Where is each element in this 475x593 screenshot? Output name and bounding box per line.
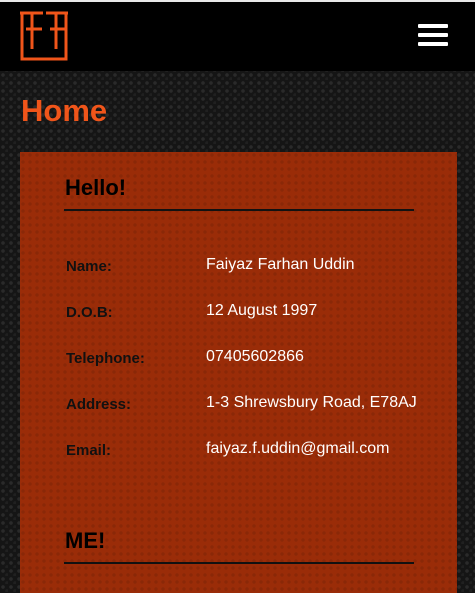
menu-bar — [418, 33, 448, 37]
greeting-heading: Hello! — [65, 175, 127, 200]
greeting-divider — [64, 209, 414, 211]
telephone-value: 07405602866 — [206, 348, 304, 365]
address-label: Address: — [66, 396, 132, 413]
navbar — [0, 2, 475, 71]
menu-bar — [418, 42, 448, 46]
hamburger-menu-icon[interactable] — [418, 24, 448, 49]
page-title: Home — [21, 93, 108, 128]
telephone-label: Telephone: — [66, 350, 145, 367]
dob-label: D.O.B: — [66, 304, 113, 321]
ff-logo[interactable] — [18, 11, 70, 63]
name-value: Faiyaz Farhan Uddin — [206, 256, 355, 273]
profile-card: Hello! Name: Faiyaz Farhan Uddin D.O.B: … — [20, 152, 457, 593]
email-link[interactable]: faiyaz.f.uddin@gmail.com — [206, 440, 389, 458]
address-value: 1-3 Shrewsbury Road, E78AJ — [206, 394, 417, 411]
me-divider — [64, 562, 414, 564]
email-label: Email: — [66, 442, 112, 459]
menu-bar — [418, 24, 448, 28]
dob-value: 12 August 1997 — [206, 302, 318, 319]
me-heading: ME! — [65, 528, 106, 553]
name-label: Name: — [66, 258, 112, 275]
